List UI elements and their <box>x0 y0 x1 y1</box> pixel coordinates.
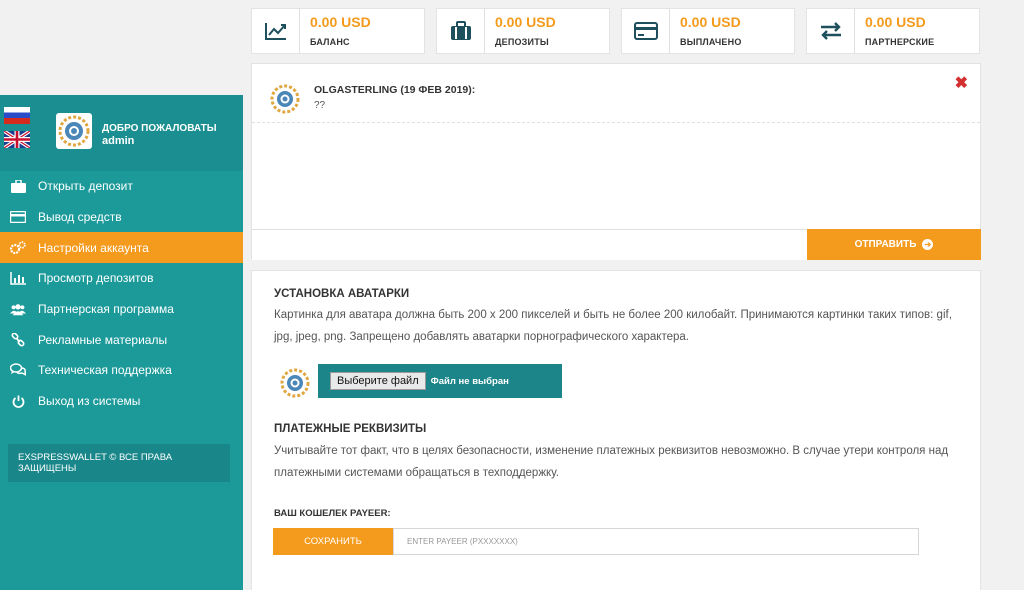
sidebar-item-logout[interactable]: Выход из системы <box>0 386 243 417</box>
paid-label: ВЫПЛАЧЕНО <box>680 37 742 47</box>
credit-card-icon <box>10 210 26 224</box>
sidebar-item-label: Вывод средств <box>38 210 122 225</box>
welcome-block: ДОБРО ПОЖАЛОВАТЫ admin <box>102 122 217 148</box>
russian-flag-icon[interactable] <box>4 107 30 124</box>
sidebar: ДОБРО ПОЖАЛОВАТЫ admin Открыть депозит В… <box>0 95 243 590</box>
chat-message-input[interactable] <box>252 229 807 260</box>
stat-card-deposits: 0.00 USD ДЕПОЗИТЫ <box>436 8 610 54</box>
file-status: Файл не выбран <box>430 375 509 387</box>
payeer-wallet-input[interactable] <box>393 528 919 555</box>
save-button-label: СОХРАНИТЬ <box>304 536 362 547</box>
deposits-value: 0.00 USD <box>495 14 556 30</box>
gear-logo-icon <box>58 115 90 147</box>
sidebar-item-account-settings[interactable]: Настройки аккаунта <box>0 232 243 264</box>
welcome-text: ДОБРО ПОЖАЛОВАТЫ <box>102 123 217 134</box>
power-icon <box>10 394 26 408</box>
message-text: ?? <box>314 100 326 111</box>
send-button-label: ОТПРАВИТЬ <box>854 239 917 250</box>
bar-chart-icon <box>10 271 26 285</box>
payment-section-title: ПЛАТЕЖНЫЕ РЕКВИЗИТЫ <box>274 423 427 435</box>
users-icon <box>10 302 26 316</box>
sidebar-item-view-deposits[interactable]: Просмотр депозитов <box>0 263 243 294</box>
avatar-preview <box>279 367 311 399</box>
balance-value: 0.00 USD <box>310 14 371 30</box>
chat-bubbles-icon <box>10 363 26 377</box>
sidebar-item-label: Техническая поддержка <box>38 363 172 378</box>
divider <box>252 122 980 123</box>
username: admin <box>102 135 135 147</box>
stat-card-partner: 0.00 USD ПАРТНЕРСКИЕ <box>806 8 980 54</box>
chart-up-icon <box>252 9 300 53</box>
chat-panel: OLGASTERLING (19 ФЕВ 2019): ?? ✖ ОТПРАВИ… <box>251 63 981 260</box>
chat-message: OLGASTERLING (19 ФЕВ 2019): ?? <box>268 82 475 116</box>
save-button[interactable]: СОХРАНИТЬ <box>273 528 393 555</box>
partner-label: ПАРТНЕРСКИЕ <box>865 37 935 47</box>
partner-value: 0.00 USD <box>865 14 926 30</box>
sidebar-item-ad-materials[interactable]: Рекламные материалы <box>0 324 243 355</box>
close-icon[interactable]: ✖ <box>955 73 968 93</box>
paid-value: 0.00 USD <box>680 14 741 30</box>
sidebar-item-label: Выход из системы <box>38 394 141 409</box>
avatar-file-upload: Выберите файл Файл не выбран <box>318 364 562 398</box>
exchange-arrows-icon <box>807 9 855 53</box>
sidebar-item-open-deposit[interactable]: Открыть депозит <box>0 171 243 202</box>
sidebar-item-label: Партнерская программа <box>38 302 174 317</box>
sidebar-item-partner-program[interactable]: Партнерская программа <box>0 294 243 325</box>
gears-icon <box>10 241 26 255</box>
sidebar-item-label: Рекламные материалы <box>38 332 168 347</box>
credit-card-icon <box>622 9 670 53</box>
sidebar-menu: Открыть депозит Вывод средств Настройки … <box>0 171 243 417</box>
payment-section-text: Учитывайте тот факт, что в целях безопас… <box>274 445 949 479</box>
copyright-text: EXSPRESSWALLET © ВСЕ ПРАВА ЗАЩИЩЕНЫ <box>18 452 173 474</box>
sidebar-header: ДОБРО ПОЖАЛОВАТЫ admin <box>0 95 243 171</box>
balance-label: БАЛАНС <box>310 37 350 47</box>
avatar-section-text: Картинка для аватара должна быть 200 x 2… <box>274 309 952 343</box>
sidebar-item-label: Открыть депозит <box>38 179 133 194</box>
avatar <box>56 113 92 149</box>
sidebar-item-withdraw[interactable]: Вывод средств <box>0 202 243 233</box>
account-settings-panel: УСТАНОВКА АВАТАРКИ Картинка для аватара … <box>251 270 981 590</box>
stat-card-paid: 0.00 USD ВЫПЛАЧЕНО <box>621 8 795 54</box>
uk-flag-icon[interactable] <box>4 131 30 148</box>
briefcase-icon <box>10 179 26 193</box>
sidebar-item-label: Просмотр депозитов <box>38 271 154 286</box>
payeer-wallet-label: ВАШ КОШЕЛЕК PAYEER: <box>274 508 391 519</box>
avatar-section-title: УСТАНОВКА АВАТАРКИ <box>274 288 410 300</box>
sidebar-item-label: Настройки аккаунта <box>38 240 149 255</box>
link-icon <box>10 332 26 347</box>
choose-file-button[interactable]: Выберите файл <box>330 372 426 390</box>
sidebar-item-support[interactable]: Техническая поддержка <box>0 355 243 386</box>
copyright-box: EXSPRESSWALLET © ВСЕ ПРАВА ЗАЩИЩЕНЫ <box>8 444 230 482</box>
avatar <box>269 83 301 115</box>
briefcase-icon <box>437 9 485 53</box>
deposits-label: ДЕПОЗИТЫ <box>495 37 549 47</box>
language-switcher <box>4 107 30 155</box>
arrow-right-circle-icon: ➔ <box>922 239 934 250</box>
stat-card-balance: 0.00 USD БАЛАНС <box>251 8 425 54</box>
message-author: OLGASTERLING (19 ФЕВ 2019): <box>314 84 476 96</box>
send-button[interactable]: ОТПРАВИТЬ ➔ <box>807 229 981 260</box>
